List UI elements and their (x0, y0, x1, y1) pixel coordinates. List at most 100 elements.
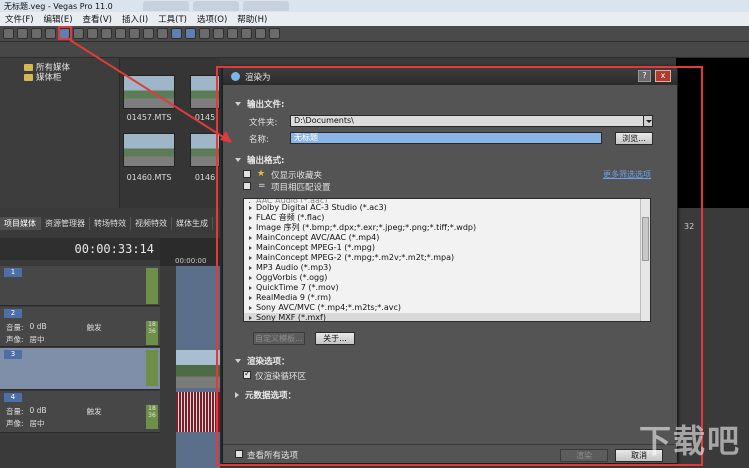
loop-region-label: 仅渲染循环区 (255, 372, 307, 382)
track-header-video-1[interactable]: 1 (0, 266, 160, 306)
custom-template-button[interactable]: 自定义模板... (253, 332, 305, 345)
track-header-video-3[interactable]: 3 (0, 348, 160, 390)
lock-icon[interactable] (199, 28, 210, 39)
section-output-format[interactable]: 输出格式: (235, 154, 284, 166)
format-item[interactable]: MainConcept MPEG-1 (*.mpg) (244, 243, 650, 253)
watermark-logo: 下载吧 (638, 422, 741, 460)
audio-clip[interactable] (176, 392, 220, 432)
open-icon[interactable] (17, 28, 28, 39)
scrollbar-thumb[interactable] (642, 217, 649, 261)
auto-ripple-icon[interactable] (185, 28, 196, 39)
preview-timecode-fragment: 32 (684, 222, 695, 231)
folder-label: 文件夹: (249, 118, 278, 128)
menu-options[interactable]: 选项(O) (192, 13, 232, 25)
section-metadata-options[interactable]: 元数据选项： (235, 389, 296, 401)
menu-edit[interactable]: 编辑(E) (39, 13, 78, 25)
media-thumbnail[interactable] (190, 133, 220, 167)
show-all-options-checkbox[interactable] (235, 450, 243, 458)
mode-dropdown[interactable]: 触发 (87, 322, 102, 333)
format-item-selected[interactable]: Sony MXF (*.mxf) (244, 313, 650, 321)
tree-item-media-bins[interactable]: 媒体柜 (24, 72, 115, 83)
media-filename: 0145 (194, 113, 216, 122)
format-item[interactable]: RealMedia 9 (*.rm) (244, 293, 650, 303)
cut-icon[interactable] (87, 28, 98, 39)
format-item[interactable]: Image 序列 (*.bmp;*.dpx;*.exr;*.jpeg;*.png… (244, 223, 650, 233)
tab-video-fx[interactable]: 视频特效 (131, 217, 172, 230)
render-button[interactable]: 渲染 (560, 449, 608, 462)
ruler-timecode: 00:00:00 (175, 257, 207, 265)
volume-row: 音量: 0 dB 触发 (6, 406, 102, 417)
about-button[interactable]: 关于... (315, 332, 355, 345)
format-item[interactable]: MP3 Audio (*.mp3) (244, 263, 650, 273)
taskbar-tabs (142, 1, 289, 11)
tab-explorer[interactable]: 资源管理器 (41, 217, 90, 230)
save-icon[interactable] (31, 28, 42, 39)
selection-tool-icon[interactable] (255, 28, 266, 39)
menu-insert[interactable]: 插入(I) (117, 13, 153, 25)
track-header-audio-4[interactable]: 4 音量: 0 dB 触发 声像: 居中 18 36 (0, 391, 160, 433)
menu-view[interactable]: 查看(V) (78, 13, 117, 25)
format-item[interactable]: MainConcept AVC/AAC (*.mp4) (244, 233, 650, 243)
taskbar-tab[interactable] (242, 1, 289, 11)
close-button[interactable]: x (655, 70, 671, 82)
media-tree: 所有媒体 媒体柜 (0, 58, 120, 208)
format-item[interactable]: OggVorbis (*.ogg) (244, 273, 650, 283)
snap-icon[interactable] (171, 28, 182, 39)
scrollbar[interactable] (640, 199, 650, 321)
media-thumbnail[interactable] (123, 75, 175, 109)
menu-file[interactable]: 文件(F) (0, 13, 39, 25)
dialog-title: 渲染为 (245, 72, 271, 83)
crossfade-icon[interactable] (213, 28, 224, 39)
media-thumbnail[interactable] (123, 133, 175, 167)
loop-region-checkbox[interactable] (243, 369, 251, 379)
match-project-checkbox[interactable] (243, 182, 251, 190)
envelope-tool-icon[interactable] (241, 28, 252, 39)
format-item[interactable]: FLAC 音频 (*.flac) (244, 213, 650, 223)
paste-icon[interactable] (115, 28, 126, 39)
favorites-only-checkbox[interactable] (243, 170, 251, 178)
folder-field[interactable]: D:\Documents\ (290, 115, 651, 127)
delete-icon[interactable] (129, 28, 140, 39)
track-number: 3 (4, 350, 22, 359)
tab-transitions[interactable]: 转场特效 (90, 217, 131, 230)
help-button[interactable]: ? (638, 70, 651, 82)
mode-dropdown[interactable]: 触发 (87, 406, 102, 417)
taskbar-tab[interactable] (142, 1, 189, 11)
show-all-options-label: 查看所有选项 (247, 451, 299, 461)
redo-icon[interactable] (157, 28, 168, 39)
menu-help[interactable]: 帮助(H) (232, 13, 272, 25)
new-icon[interactable] (3, 28, 14, 39)
track-number: 2 (4, 309, 22, 318)
format-item[interactable]: Sony AVC/MVC (*.mp4;*.m2ts;*.avc) (244, 303, 650, 313)
zoom-tool-icon[interactable] (269, 28, 280, 39)
properties-icon[interactable] (45, 28, 56, 39)
format-item[interactable]: Dolby Digital AC-3 Studio (*.ac3) (244, 203, 650, 213)
pan-row: 声像: 居中 (6, 335, 45, 344)
format-list[interactable]: AAC Audio (*.aac) Dolby Digital AC-3 Stu… (243, 198, 651, 322)
file-name-input[interactable]: 无标题 (290, 132, 602, 144)
settings-icon[interactable] (73, 28, 84, 39)
menu-tools[interactable]: 工具(T) (153, 13, 192, 25)
tab-media-generators[interactable]: 媒体生成 (172, 217, 213, 230)
timeline-timecode: 00:00:33:14 (0, 238, 160, 260)
more-filter-options-link[interactable]: 更多筛选选项 (603, 169, 651, 180)
video-clip[interactable] (176, 350, 220, 388)
copy-icon[interactable] (101, 28, 112, 39)
chevron-down-icon (235, 359, 241, 363)
main-toolbar (0, 26, 749, 42)
format-item[interactable]: MainConcept MPEG-2 (*.mpg;*.m2v;*.m2t;*.… (244, 253, 650, 263)
track-header-audio-2[interactable]: 2 音量: 0 dB 触发 声像: 居中 18 36 (0, 307, 160, 347)
dialog-title-bar[interactable]: 渲染为 ? x (223, 68, 677, 85)
section-render-options[interactable]: 渲染选项： (235, 355, 290, 367)
folder-dropdown-button[interactable] (643, 115, 653, 127)
media-thumbnail[interactable] (190, 75, 220, 109)
section-output-file[interactable]: 输出文件: (235, 98, 284, 110)
annotation-highlight-box (58, 26, 72, 40)
browse-button[interactable]: 浏览... (615, 132, 653, 145)
edit-tool-icon[interactable] (227, 28, 238, 39)
taskbar-tab[interactable] (192, 1, 239, 11)
tab-project-media[interactable]: 项目媒体 (0, 217, 41, 230)
format-item[interactable]: QuickTime 7 (*.mov) (244, 283, 650, 293)
level-meter: 18 36 (146, 405, 158, 429)
undo-icon[interactable] (143, 28, 154, 39)
